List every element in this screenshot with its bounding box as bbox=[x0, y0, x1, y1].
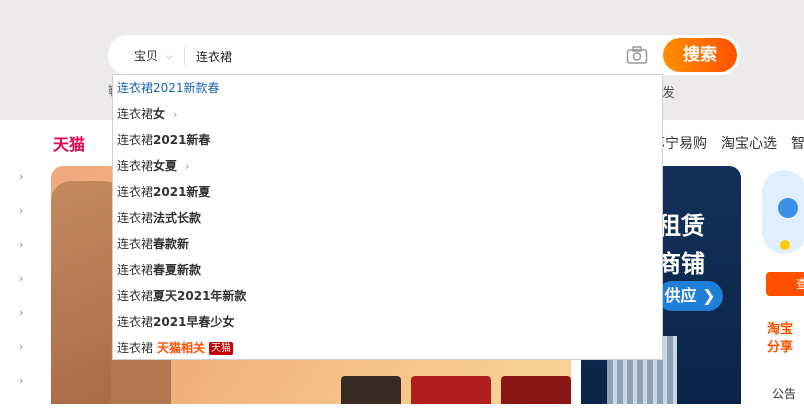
suggestion-item[interactable]: 连衣裙2021新夏 bbox=[117, 179, 210, 205]
suggestion-prefix: 连衣裙 bbox=[117, 341, 154, 355]
search-input[interactable]: 连衣裙 bbox=[196, 48, 232, 65]
login-button[interactable]: 查 bbox=[766, 272, 804, 296]
product-image bbox=[411, 376, 491, 404]
tmall-link[interactable]: 天猫 bbox=[53, 131, 85, 155]
suggestion-rest: 女夏 bbox=[153, 159, 178, 173]
hot-word[interactable]: 发 bbox=[662, 82, 675, 101]
suggestion-prefix: 连衣裙 bbox=[117, 133, 154, 147]
suggestion-item[interactable]: 连衣裙2021新春 bbox=[117, 127, 210, 153]
suggestion-rest: 女 bbox=[153, 107, 166, 121]
suggestion-item[interactable]: 连衣裙女夏 › bbox=[117, 153, 189, 179]
camera-icon[interactable] bbox=[626, 45, 648, 65]
chevron-right-icon[interactable]: › bbox=[19, 170, 23, 204]
login-button-label: 查 bbox=[796, 277, 804, 291]
product-image bbox=[341, 376, 401, 404]
suggestion-prefix: 连衣裙 bbox=[117, 289, 154, 303]
suggestion-prefix: 连衣裙 bbox=[117, 315, 154, 329]
chevron-right-icon[interactable]: › bbox=[19, 272, 23, 306]
supply-button[interactable]: 供应 ❯ bbox=[657, 281, 723, 311]
chevron-right-icon[interactable]: › bbox=[19, 204, 23, 238]
category-select[interactable]: 宝贝 ⌵ bbox=[134, 47, 173, 64]
search-bar: 宝贝 ⌵ 连衣裙 bbox=[108, 35, 740, 75]
suggestion-item[interactable]: 连衣裙法式长款 bbox=[117, 205, 201, 231]
mascot-eye bbox=[778, 198, 798, 218]
suggestion-rest: 2021新夏 bbox=[153, 185, 211, 199]
suggestion-prefix: 连衣裙 bbox=[117, 159, 154, 173]
suggestion-rest: 春夏新款 bbox=[153, 263, 202, 277]
suggestion-item[interactable]: 连衣裙2021早春少女 bbox=[117, 309, 234, 335]
suggestion-rest: 春款新 bbox=[153, 237, 190, 251]
tmall-related-label: 天猫相关 bbox=[157, 341, 206, 355]
suggestion-prefix: 连衣裙 bbox=[117, 211, 154, 225]
search-button[interactable]: 搜索 bbox=[663, 38, 737, 72]
chevron-right-icon[interactable]: › bbox=[19, 306, 23, 340]
banner-title-1: 租赁 bbox=[657, 212, 705, 240]
promo-text[interactable]: 淘宝 bbox=[767, 318, 793, 337]
suggestion-rest: 2021新款春 bbox=[153, 81, 220, 95]
tmall-badge-icon: 天猫 bbox=[209, 342, 234, 355]
suggestion-prefix: 连衣裙 bbox=[117, 263, 154, 277]
suggestion-prefix: 连衣裙 bbox=[117, 81, 154, 95]
suggestion-item[interactable]: 连衣裙夏天2021年新款 bbox=[117, 283, 246, 309]
user-panel: 查 淘宝 分享 公告 bbox=[758, 166, 804, 404]
notice-tab[interactable]: 公告 bbox=[772, 385, 796, 402]
chevron-right-icon[interactable]: › bbox=[19, 374, 23, 408]
suggestion-item[interactable]: 连衣裙春夏新款 bbox=[117, 257, 201, 283]
banner-title-2: 商铺 bbox=[657, 250, 705, 278]
suggestion-rest: 2021早春少女 bbox=[153, 315, 235, 329]
category-menu: › › › › › › › bbox=[19, 170, 23, 408]
search-suggestions: 连衣裙2021新款春 连衣裙女 › 连衣裙2021新春 连衣裙女夏 › 连衣裙202… bbox=[112, 74, 663, 360]
chevron-right-icon[interactable]: › bbox=[173, 102, 177, 128]
suggestion-rest: 法式长款 bbox=[153, 211, 202, 225]
suggestion-prefix: 连衣裙 bbox=[117, 237, 154, 251]
chevron-down-icon: ⌵ bbox=[166, 52, 173, 62]
chevron-right-icon[interactable]: › bbox=[185, 154, 189, 180]
chevron-right-icon[interactable]: › bbox=[19, 340, 23, 374]
promo-text[interactable]: 分享 bbox=[767, 336, 793, 355]
suggestion-prefix: 连衣裙 bbox=[117, 107, 154, 121]
nav-link-xinxuan[interactable]: 淘宝心选 bbox=[721, 136, 777, 152]
divider bbox=[184, 47, 185, 65]
coin-icon bbox=[780, 240, 790, 250]
suggestion-item[interactable]: 连衣裙2021新款春 bbox=[117, 75, 220, 101]
suggestion-rest: 2021新春 bbox=[153, 133, 211, 147]
mascot-image bbox=[762, 170, 804, 254]
nav-link-more[interactable]: 智 bbox=[791, 136, 804, 152]
suggestion-item[interactable]: 连衣裙春款新 bbox=[117, 231, 189, 257]
category-label: 宝贝 bbox=[134, 49, 159, 63]
suggestion-rest: 夏天2021年新款 bbox=[153, 289, 247, 303]
nav-links: 苏宁易购 淘宝心选智 bbox=[651, 133, 804, 153]
product-image bbox=[501, 376, 571, 404]
chevron-right-icon[interactable]: › bbox=[19, 238, 23, 272]
suggestion-item[interactable]: 连衣裙女 › bbox=[117, 101, 177, 127]
suggestion-prefix: 连衣裙 bbox=[117, 185, 154, 199]
tmall-suggestion-item[interactable]: 连衣裙 天猫相关 天猫 bbox=[117, 335, 234, 361]
